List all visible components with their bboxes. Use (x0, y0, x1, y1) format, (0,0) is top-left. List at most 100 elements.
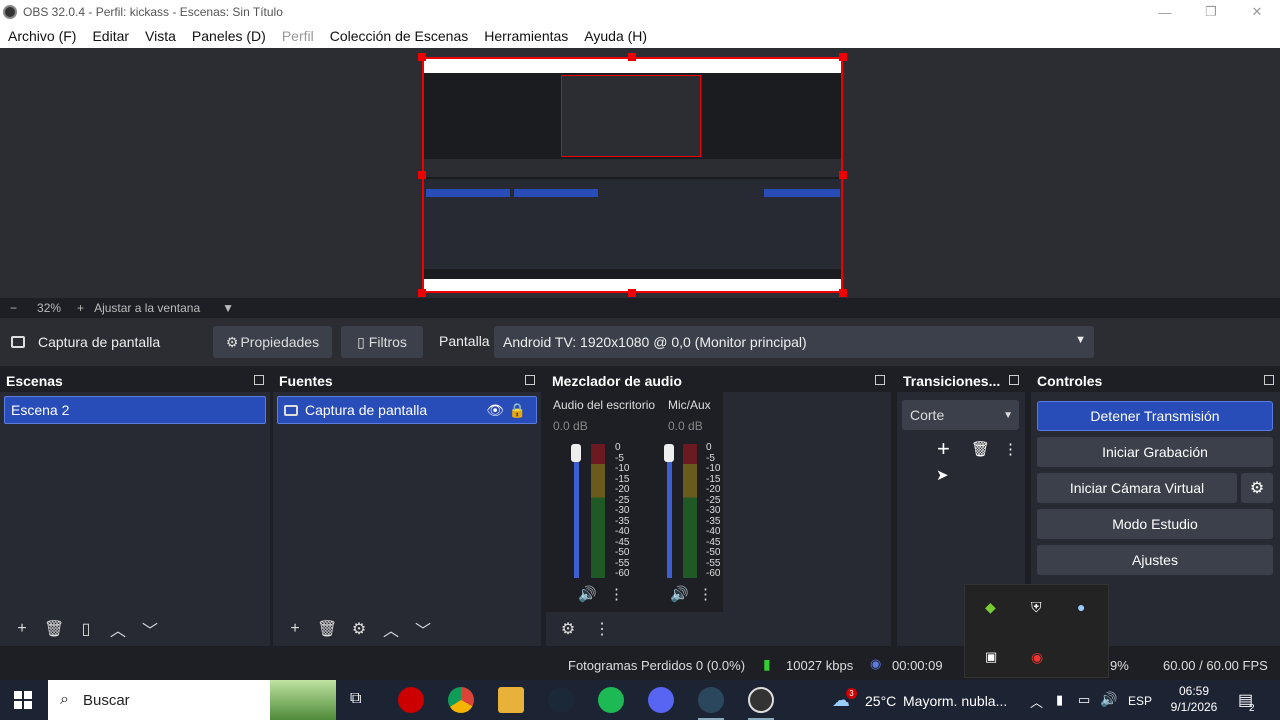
resize-handle[interactable] (628, 53, 636, 61)
more-icon[interactable]: ⋮ (592, 619, 612, 639)
more-icon[interactable]: ⋮ (1003, 440, 1018, 458)
weather-text[interactable]: Mayorm. nubla... (903, 693, 1007, 709)
eye-icon[interactable]: 👁 (486, 402, 504, 419)
windows-start-icon[interactable] (14, 691, 32, 709)
float-icon[interactable] (254, 375, 264, 385)
volume-slider[interactable] (574, 450, 579, 578)
close-icon[interactable]: ✕ (1234, 0, 1280, 24)
menu-editar[interactable]: Editar (84, 28, 137, 44)
filters-button[interactable]: ▯ Filtros (341, 326, 423, 358)
taskbar-search[interactable]: ⌕ Buscar (48, 680, 336, 720)
network-icon[interactable]: ▭ (1078, 692, 1090, 708)
lock-icon[interactable]: 🔒 (509, 402, 526, 419)
channel-name: Audio del escritorio (553, 398, 656, 412)
add-icon[interactable]: + (937, 436, 950, 462)
audio-mixer-dock: Mezclador de audio Audio del escritorio … (546, 370, 891, 646)
source-item[interactable]: Captura de pantalla 👁 🔒 (277, 396, 537, 424)
display-label: Pantalla (439, 333, 490, 349)
trash-icon[interactable]: 🗑 (317, 619, 337, 639)
zoom-in-button[interactable]: + (77, 301, 84, 315)
properties-button[interactable]: ⚙ Propiedades (213, 326, 332, 358)
float-icon[interactable] (875, 375, 885, 385)
add-icon[interactable]: + (12, 620, 32, 638)
volume-icon[interactable]: 🔊 (1100, 691, 1117, 708)
stop-streaming-button[interactable]: Detener Transmisión (1037, 401, 1273, 431)
add-icon[interactable]: + (285, 620, 305, 638)
opera-icon[interactable] (398, 687, 424, 713)
weather-temp[interactable]: 25°C (865, 693, 896, 709)
settings-button[interactable]: Ajustes (1037, 545, 1273, 575)
trash-icon[interactable]: 🗑 (971, 440, 990, 458)
cpu-usage: 9% (1110, 658, 1129, 673)
resize-handle[interactable] (418, 289, 426, 297)
search-icon: ⌕ (60, 691, 69, 708)
resize-handle[interactable] (839, 53, 847, 61)
screen-capture-preview[interactable] (422, 57, 843, 293)
trash-icon[interactable]: 🗑 (44, 619, 64, 639)
gear-icon[interactable]: ⚙ (349, 619, 369, 639)
mouse-cursor-icon: ➤ (936, 467, 949, 484)
folder-icon[interactable] (498, 687, 524, 713)
scene-item[interactable]: Escena 2 (4, 396, 266, 424)
menu-herramientas[interactable]: Herramientas (476, 28, 576, 44)
menu-archivo[interactable]: Archivo (F) (0, 28, 84, 44)
monitor-icon (284, 404, 298, 416)
chevron-down-icon[interactable]: ▼ (222, 301, 234, 315)
studio-mode-button[interactable]: Modo Estudio (1037, 509, 1273, 539)
clock[interactable]: 06:59 9/1/2026 (1164, 684, 1224, 714)
float-icon[interactable] (1264, 375, 1274, 385)
spotify-icon[interactable] (598, 687, 624, 713)
obs-icon[interactable] (748, 687, 774, 713)
start-recording-button[interactable]: Iniciar Grabación (1037, 437, 1273, 467)
menu-perfil[interactable]: Perfil (274, 28, 322, 44)
volume-handle[interactable] (571, 444, 581, 462)
task-view-icon[interactable]: ⧉ (350, 690, 361, 708)
minimize-icon[interactable]: — (1142, 0, 1188, 24)
resize-handle[interactable] (839, 289, 847, 297)
menu-paneles[interactable]: Paneles (D) (184, 28, 274, 44)
chevron-up-icon[interactable]: ︿ (1030, 692, 1043, 711)
volume-handle[interactable] (664, 444, 674, 462)
mic-icon[interactable]: ▮ (1056, 692, 1063, 708)
menu-ayuda[interactable]: Ayuda (H) (576, 28, 655, 44)
obs-tray-icon[interactable]: ◉ (1031, 649, 1043, 666)
more-icon[interactable]: ⋮ (698, 585, 713, 603)
more-icon[interactable]: ⋮ (609, 585, 624, 603)
gear-icon[interactable]: ⚙ (558, 619, 578, 639)
shield-icon[interactable]: ⛨ (1031, 599, 1042, 616)
display-select[interactable]: Android TV: 1920x1080 @ 0,0 (Monitor pri… (494, 326, 1094, 358)
float-icon[interactable] (525, 375, 535, 385)
discord-icon[interactable] (648, 687, 674, 713)
move-up-icon[interactable]: ︿ (108, 617, 128, 641)
start-virtual-camera-button[interactable]: Iniciar Cámara Virtual (1037, 473, 1237, 503)
steam-icon[interactable] (698, 687, 724, 713)
speaker-icon[interactable]: 🔊 (670, 585, 689, 603)
float-icon[interactable] (1009, 375, 1019, 385)
move-down-icon[interactable]: ﹀ (140, 617, 160, 641)
maximize-icon[interactable]: ❐ (1188, 0, 1234, 24)
monitor-icon (11, 336, 25, 348)
speaker-icon[interactable]: 🔊 (578, 585, 598, 603)
volume-slider[interactable] (667, 450, 672, 578)
nvidia-icon[interactable]: ◆ (985, 599, 996, 616)
resize-handle[interactable] (839, 171, 847, 179)
gear-icon[interactable]: ⚙ (1241, 473, 1273, 503)
camera-icon[interactable]: ▣ (985, 649, 997, 665)
transition-select[interactable]: Corte ▼ (902, 400, 1019, 430)
move-down-icon[interactable]: ﹀ (413, 617, 433, 641)
filter-icon[interactable]: ▯ (76, 619, 96, 639)
chrome-icon[interactable] (448, 687, 474, 713)
steam-icon[interactable] (548, 687, 574, 713)
meter-scale-label: -30 (615, 505, 630, 516)
resize-handle[interactable] (628, 289, 636, 297)
move-up-icon[interactable]: ︿ (381, 617, 401, 641)
resize-handle[interactable] (418, 53, 426, 61)
menu-vista[interactable]: Vista (137, 28, 184, 44)
source-item-label: Captura de pantalla (305, 402, 428, 418)
language-indicator[interactable]: ESP (1128, 694, 1152, 708)
zoom-out-button[interactable]: − (10, 301, 17, 315)
steam-icon[interactable]: ● (1077, 599, 1085, 615)
zoom-fit-select[interactable]: Ajustar a la ventana (94, 301, 200, 315)
resize-handle[interactable] (418, 171, 426, 179)
menu-coleccion[interactable]: Colección de Escenas (322, 28, 477, 44)
